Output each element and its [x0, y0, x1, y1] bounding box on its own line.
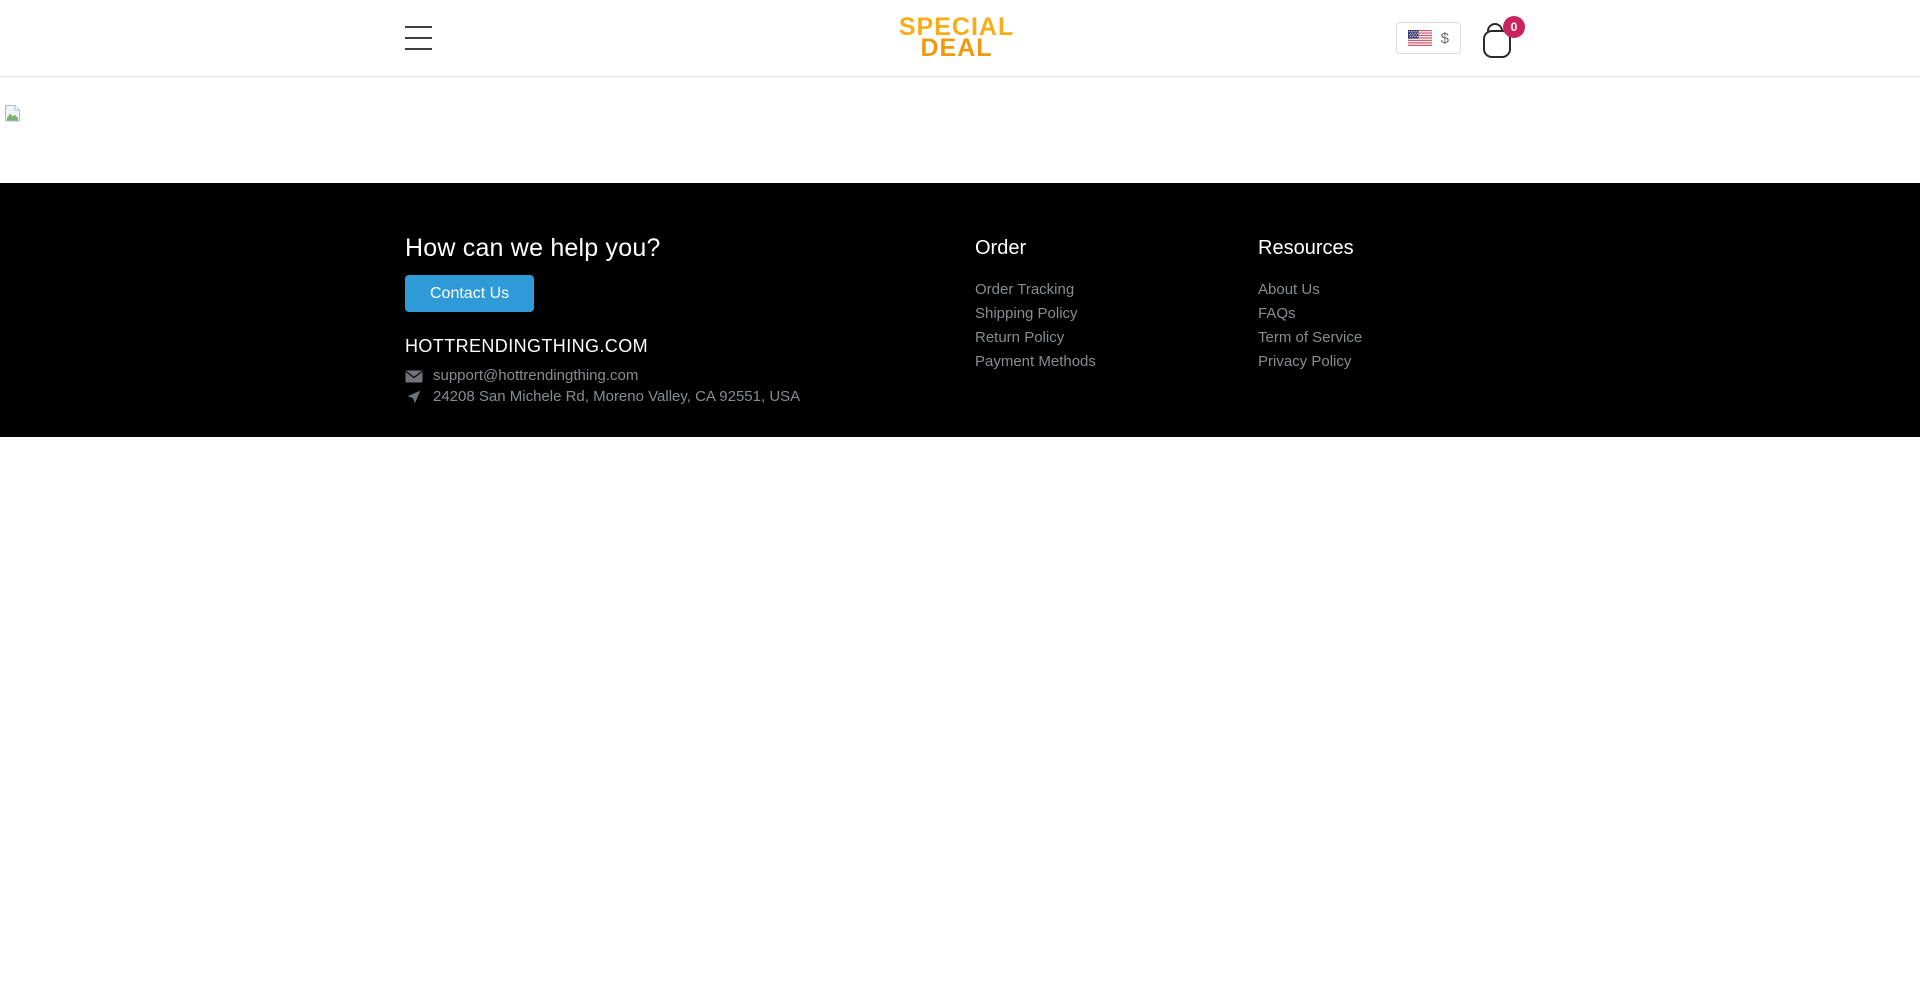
- footer-link-about-us[interactable]: About Us: [1258, 281, 1320, 298]
- footer-link-return-policy[interactable]: Return Policy: [975, 329, 1064, 346]
- main-content: [0, 77, 1920, 183]
- address-text: 24208 San Michele Rd, Moreno Valley, CA …: [433, 387, 800, 407]
- footer-link-faqs[interactable]: FAQs: [1258, 305, 1296, 322]
- email-link[interactable]: support@hottrendingthing.com: [433, 366, 638, 386]
- site-footer: How can we help you? Contact Us HOTTREND…: [0, 183, 1920, 437]
- site-header: SPECIAL DEAL: [0, 0, 1920, 77]
- location-icon: [405, 390, 423, 404]
- footer-help-column: How can we help you? Contact Us HOTTREND…: [405, 233, 975, 407]
- resources-links-list: About Us FAQs Term of Service Privacy Po…: [1258, 282, 1515, 369]
- order-links-list: Order Tracking Shipping Policy Return Po…: [975, 282, 1258, 369]
- contact-us-button[interactable]: Contact Us: [405, 275, 534, 312]
- footer-order-column: Order Order Tracking Shipping Policy Ret…: [975, 233, 1258, 378]
- footer-link-term-of-service[interactable]: Term of Service: [1258, 329, 1362, 346]
- address-row: 24208 San Michele Rd, Moreno Valley, CA …: [405, 387, 975, 407]
- cart-button[interactable]: 0: [1481, 19, 1515, 61]
- us-flag-icon: [1408, 30, 1432, 46]
- help-heading: How can we help you?: [405, 233, 975, 263]
- footer-link-payment-methods[interactable]: Payment Methods: [975, 353, 1096, 370]
- order-column-title: Order: [975, 236, 1258, 260]
- email-icon: [405, 370, 423, 383]
- resources-column-title: Resources: [1258, 236, 1515, 260]
- broken-image-icon: [3, 104, 22, 123]
- cart-count-badge: 0: [1503, 16, 1525, 38]
- footer-resources-column: Resources About Us FAQs Term of Service …: [1258, 233, 1515, 378]
- menu-button[interactable]: [405, 26, 432, 50]
- site-logo[interactable]: SPECIAL DEAL: [899, 17, 1014, 59]
- site-name: HOTTRENDINGTHING.COM: [405, 336, 975, 356]
- logo-text-line2: DEAL: [899, 38, 1014, 59]
- email-row: support@hottrendingthing.com: [405, 366, 975, 386]
- footer-link-order-tracking[interactable]: Order Tracking: [975, 281, 1074, 298]
- footer-link-privacy-policy[interactable]: Privacy Policy: [1258, 353, 1351, 370]
- footer-link-shipping-policy[interactable]: Shipping Policy: [975, 305, 1078, 322]
- header-actions: $ 0: [1396, 15, 1515, 61]
- currency-selector[interactable]: $: [1396, 22, 1461, 54]
- currency-symbol: $: [1441, 30, 1449, 47]
